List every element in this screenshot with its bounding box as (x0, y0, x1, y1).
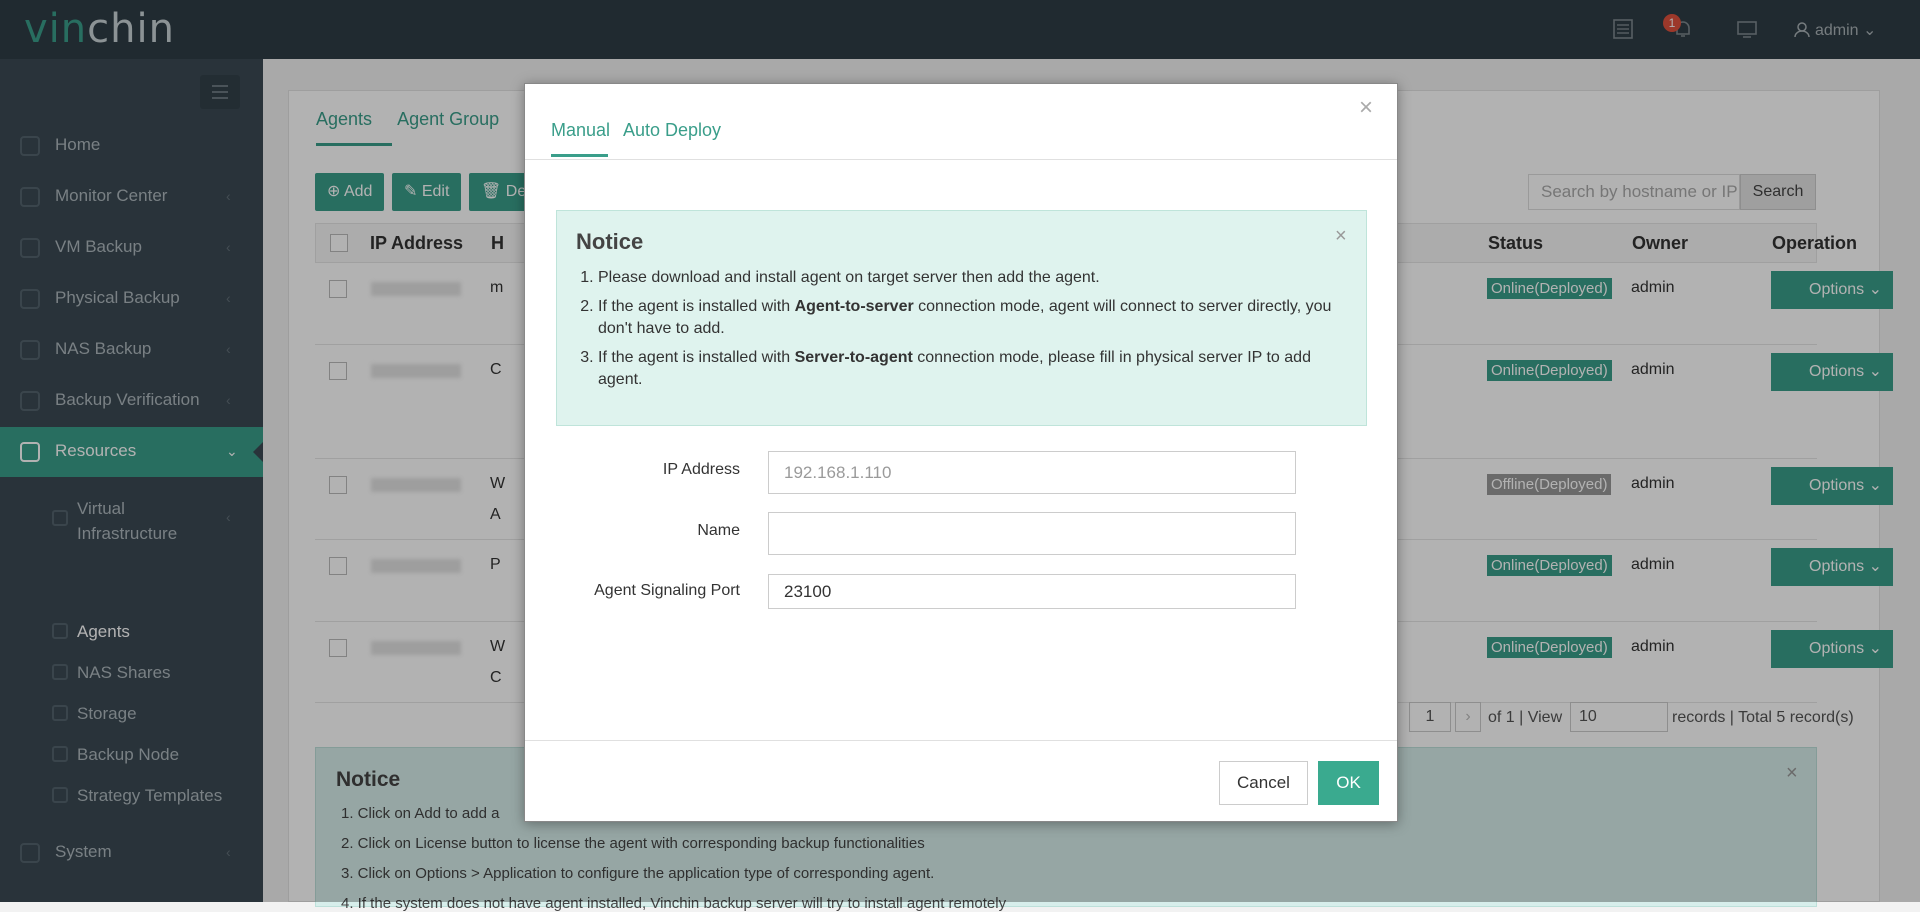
close-icon[interactable]: × (1359, 94, 1373, 122)
agent-signaling-port-input[interactable] (768, 574, 1296, 609)
cancel-button[interactable]: Cancel (1219, 761, 1308, 805)
add-agent-dialog: × Manual Auto Deploy Notice × Please dow… (524, 83, 1398, 822)
close-icon[interactable]: × (1335, 225, 1347, 248)
ok-button[interactable]: OK (1318, 761, 1379, 805)
tab-auto-deploy[interactable]: Auto Deploy (623, 120, 721, 141)
dialog-notice: Notice × Please download and install age… (556, 210, 1367, 426)
divider (525, 159, 1397, 160)
name-input[interactable] (768, 512, 1296, 555)
notice-title: Notice (576, 229, 644, 254)
notice-item: If the agent is installed with Server-to… (598, 347, 1346, 391)
agent-signaling-port-label: Agent Signaling Port (594, 582, 740, 599)
ip-address-label: IP Address (662, 461, 740, 478)
divider (525, 740, 1397, 741)
notice-item: Please download and install agent on tar… (598, 267, 1346, 289)
name-label: Name (697, 522, 740, 539)
tab-active-indicator (551, 154, 608, 157)
tab-manual[interactable]: Manual (551, 120, 610, 141)
notice-list: Please download and install agent on tar… (576, 267, 1346, 398)
ip-address-input[interactable] (768, 451, 1296, 494)
notice-item: If the agent is installed with Agent-to-… (598, 296, 1346, 340)
